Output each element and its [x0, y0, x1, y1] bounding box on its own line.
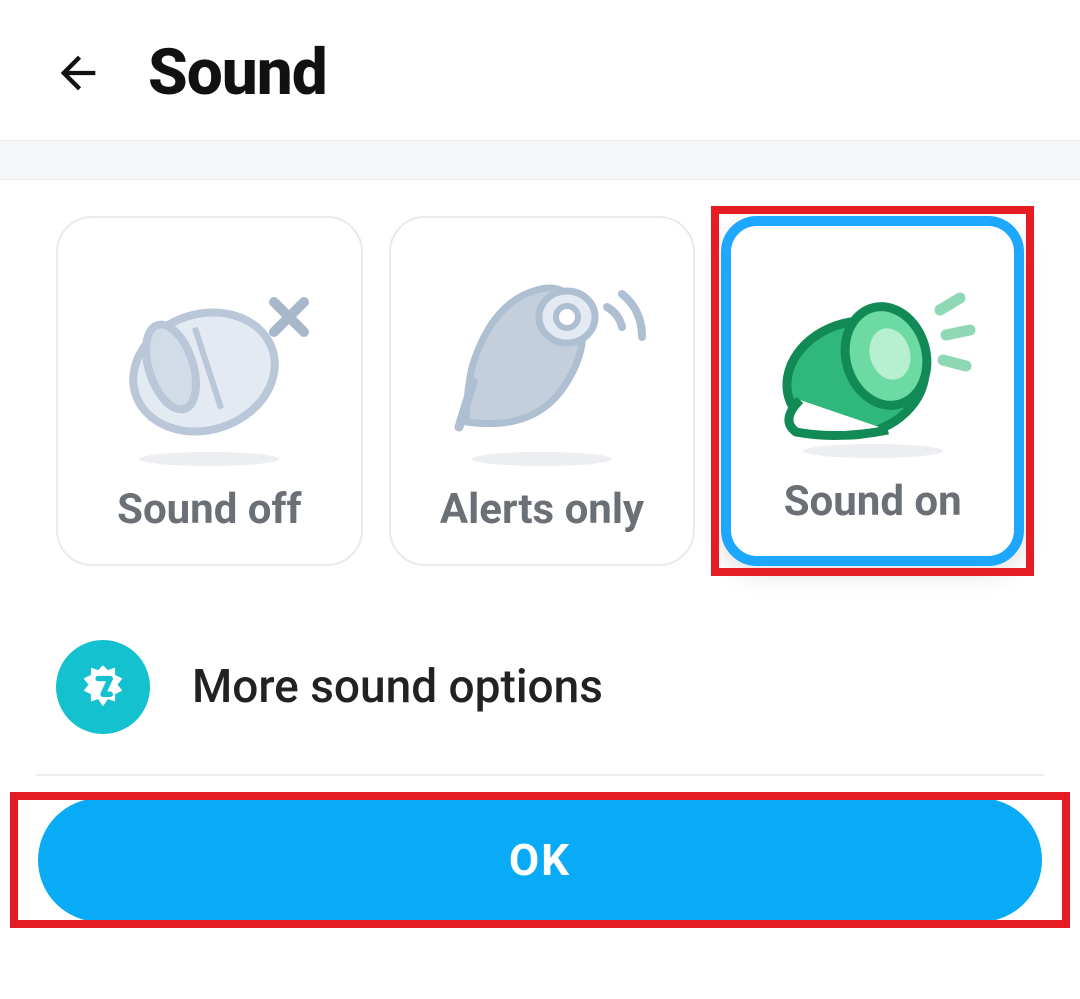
- speaker-off-icon: [58, 262, 361, 452]
- option-label: Sound on: [784, 477, 962, 526]
- header-bar: Sound: [0, 0, 1080, 140]
- icon-shadow: [139, 452, 279, 466]
- ok-button-wrap: OK: [10, 798, 1070, 922]
- arrow-left-icon: [52, 47, 104, 99]
- speaker-on-icon: [731, 270, 1014, 460]
- option-sound-on[interactable]: Sound on: [721, 216, 1024, 566]
- sound-options-row: Sound off Alerts only: [0, 180, 1080, 596]
- icon-shadow: [803, 444, 943, 458]
- settings-waze-icon: [56, 640, 150, 734]
- bell-icon: [391, 262, 694, 452]
- footer-divider: [36, 774, 1044, 776]
- more-sound-options-row[interactable]: More sound options: [0, 596, 1080, 774]
- back-button[interactable]: [48, 43, 108, 103]
- ok-button[interactable]: OK: [38, 798, 1042, 922]
- more-sound-options-label: More sound options: [192, 660, 603, 714]
- option-label: Alerts only: [440, 485, 644, 534]
- page-title: Sound: [148, 35, 327, 110]
- ok-button-label: OK: [509, 834, 571, 886]
- option-alerts-only[interactable]: Alerts only: [389, 216, 696, 566]
- option-label: Sound off: [117, 485, 302, 534]
- icon-shadow: [472, 452, 612, 466]
- section-divider: [0, 140, 1080, 180]
- option-sound-off[interactable]: Sound off: [56, 216, 363, 566]
